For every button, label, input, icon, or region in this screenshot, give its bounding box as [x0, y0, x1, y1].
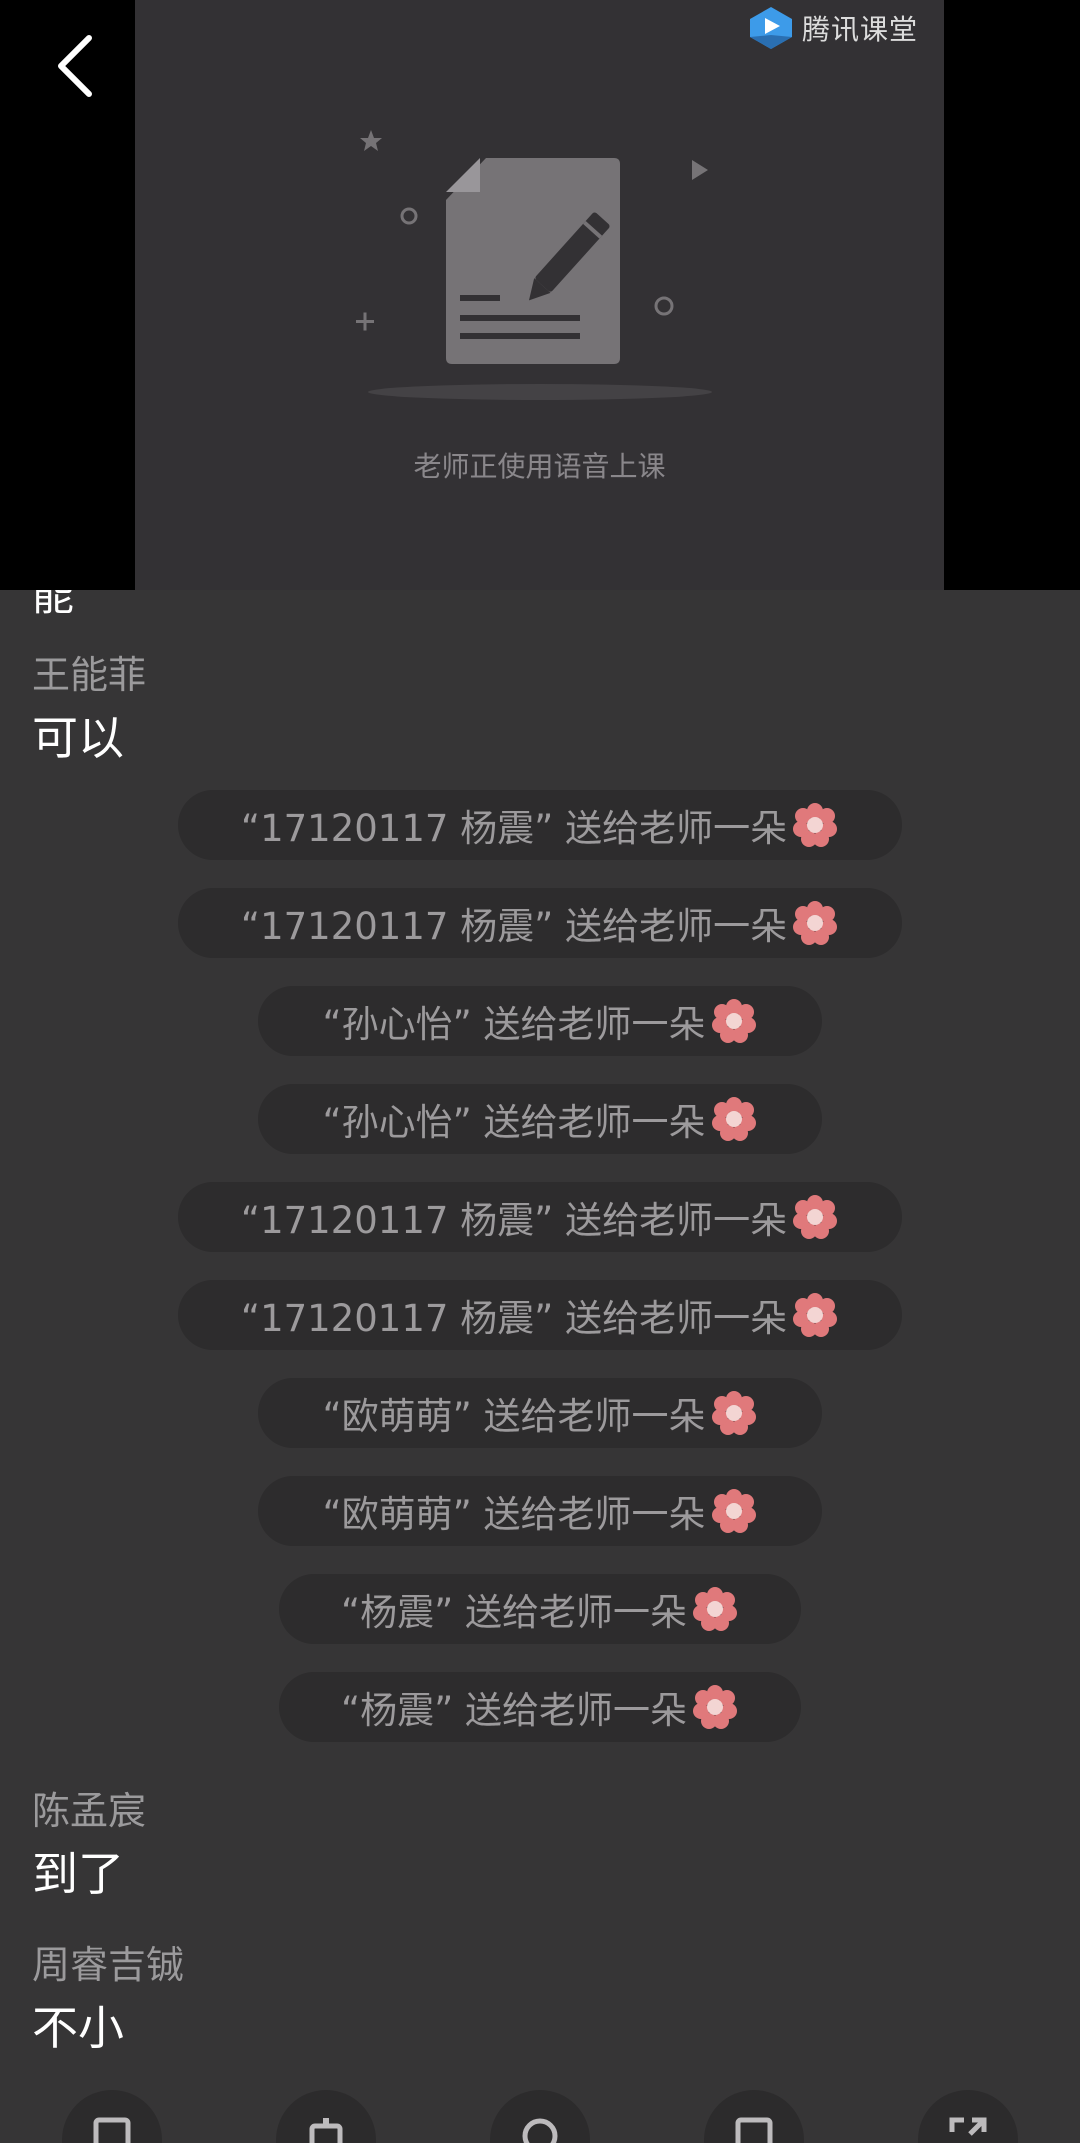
toolbar-button-gift[interactable] [276, 2090, 376, 2143]
brand-name: 腾讯课堂 [802, 13, 919, 46]
gift-notice: “杨震” 送给老师一朵 [279, 1672, 801, 1742]
flower-icon [793, 1195, 838, 1239]
flower-icon [711, 1489, 756, 1533]
gift-notice-text: “17120117 杨震” 送给老师一朵 [240, 1199, 788, 1242]
gift-notice-text: “17120117 杨震” 送给老师一朵 [240, 807, 788, 850]
note-icon [93, 2117, 131, 2143]
voice-status-text: 老师正使用语音上课 [413, 450, 666, 483]
search-icon [522, 2118, 558, 2143]
flower-icon [793, 1293, 838, 1337]
gift-notice-text: “杨震” 送给老师一朵 [340, 1689, 688, 1732]
gift-notice: “17120117 杨震” 送给老师一朵 [178, 1182, 902, 1252]
flower-icon [793, 803, 838, 847]
chat-icon [735, 2117, 773, 2143]
chat-panel[interactable]: 能 王能菲 可以 “17120117 杨震” 送给老师一朵 “17120117 … [0, 590, 1080, 2143]
flower-icon [793, 901, 838, 945]
flower-icon [711, 1097, 756, 1141]
gift-notice-text: “欧萌萌” 送给老师一朵 [322, 1395, 706, 1438]
gift-notice: “欧萌萌” 送给老师一朵 [258, 1378, 822, 1448]
chat-message: 周睿吉铖 不小 [32, 1940, 184, 2058]
chat-text: 可以 [32, 711, 124, 765]
gift-notice: “17120117 杨震” 送给老师一朵 [178, 888, 902, 958]
flower-icon [711, 999, 756, 1043]
gift-notice-text: “杨震” 送给老师一朵 [340, 1591, 688, 1634]
chat-message: 王能菲 可以 [32, 650, 146, 768]
chat-message: 陈孟宸 到了 [32, 1786, 146, 1904]
bottom-toolbar [0, 2090, 1080, 2143]
chat-sender: 王能菲 [32, 653, 147, 697]
gift-notice: “欧萌萌” 送给老师一朵 [258, 1476, 822, 1546]
gift-notice-text: “孙心怡” 送给老师一朵 [322, 1003, 706, 1046]
brand: 腾讯课堂 [748, 4, 918, 52]
gift-notice: “孙心怡” 送给老师一朵 [258, 1084, 822, 1154]
toolbar-button-note[interactable] [62, 2090, 162, 2143]
gift-notice: “杨震” 送给老师一朵 [279, 1574, 801, 1644]
tencent-classroom-logo [750, 7, 792, 49]
chat-text: 不小 [32, 2001, 124, 2055]
fullscreen-icon [949, 2117, 987, 2136]
gift-icon [309, 2118, 343, 2143]
gift-notice-text: “17120117 杨震” 送给老师一朵 [240, 905, 788, 948]
chevron-left-icon [58, 35, 92, 97]
back-button[interactable] [40, 26, 110, 106]
gift-notice-text: “孙心怡” 送给老师一朵 [322, 1101, 706, 1144]
flower-icon [693, 1587, 738, 1631]
flower-icon [693, 1685, 738, 1729]
toolbar-button-search[interactable] [490, 2090, 590, 2143]
gift-notice-text: “欧萌萌” 送给老师一朵 [322, 1493, 706, 1536]
gift-notice: “17120117 杨震” 送给老师一朵 [178, 790, 902, 860]
gift-notice: “孙心怡” 送给老师一朵 [258, 986, 822, 1056]
toolbar-button-fullscreen[interactable] [918, 2090, 1018, 2143]
flower-icon [711, 1391, 756, 1435]
chat-sender: 周睿吉铖 [32, 1943, 185, 1987]
video-area: 腾讯课堂 老师正使用语音上课 [0, 0, 1080, 590]
document-edit-icon [356, 130, 712, 400]
chat-text: 到了 [32, 1847, 124, 1901]
gift-notice: “17120117 杨震” 送给老师一朵 [178, 1280, 902, 1350]
toolbar-button-chat[interactable] [704, 2090, 804, 2143]
gift-notice-text: “17120117 杨震” 送给老师一朵 [240, 1297, 788, 1340]
chat-sender: 陈孟宸 [32, 1789, 147, 1833]
chat-message-partial: 能 [32, 590, 75, 620]
